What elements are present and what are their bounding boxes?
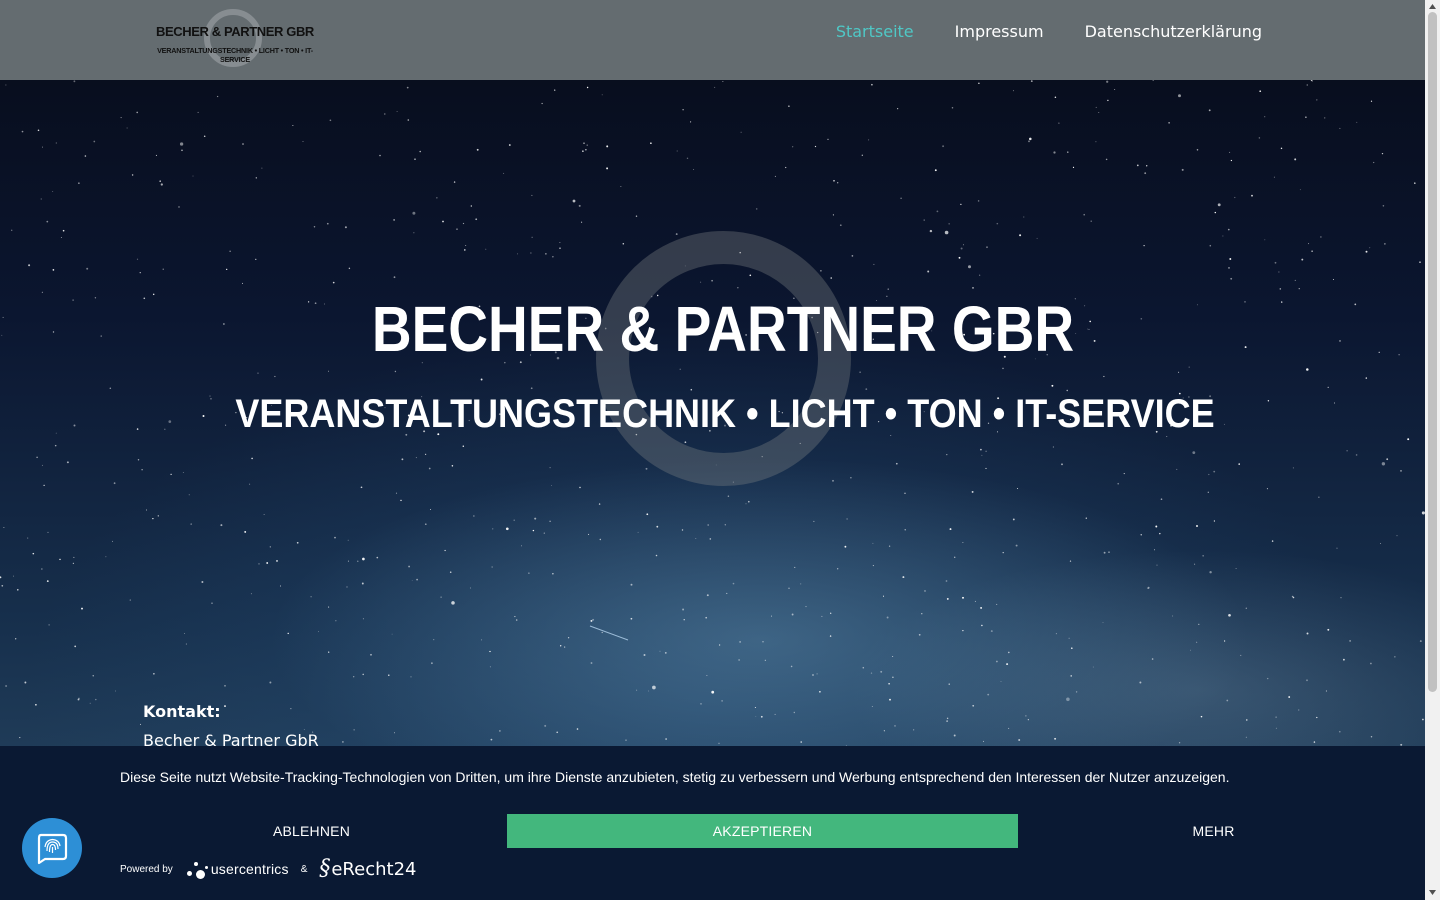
fingerprint-icon [37,833,68,865]
nav-startseite[interactable]: Startseite [836,20,914,44]
caret-down-icon[interactable] [1425,886,1440,898]
accept-button[interactable]: AKZEPTIEREN [507,814,1018,848]
site-header: BECHER & PARTNER GBR VERANSTALTUNGSTECHN… [0,0,1425,80]
cookie-message: Diese Seite nutzt Website-Tracking-Techn… [120,769,1230,785]
main-nav: Startseite Impressum Datenschutzerklärun… [836,20,1262,44]
scroll-thumb[interactable] [1428,12,1437,692]
logo-title: BECHER & PARTNER GBR [156,24,314,39]
erecht24-wordmark[interactable]: eRecht24 [331,859,416,880]
caret-up-icon[interactable] [1425,0,1440,12]
nav-datenschutz[interactable]: Datenschutzerklärung [1085,20,1262,44]
site-logo[interactable]: BECHER & PARTNER GBR VERANSTALTUNGSTECHN… [146,8,324,70]
logo-subtitle: VERANSTALTUNGSTECHNIK • LICHT • TON • IT… [157,46,313,64]
ampersand: & [300,863,308,875]
usercentrics-logo-icon [185,857,209,881]
powered-by-label: Powered by [120,863,173,875]
contact-heading: Kontakt: [143,702,221,721]
erecht24-logo-icon: § [319,856,331,881]
page-scrollbar[interactable] [1425,0,1440,900]
hero-subtitle: VERANSTALTUNGSTECHNIK • LICHT • TON • IT… [235,392,1215,436]
hero-title: BECHER & PARTNER GBR [371,293,1075,365]
usercentrics-wordmark[interactable]: usercentrics [211,861,289,877]
nav-impressum[interactable]: Impressum [955,20,1044,44]
deny-button[interactable]: ABLEHNEN [120,814,503,848]
powered-by: Powered by usercentrics & § eRecht24 [120,856,416,882]
cookie-banner: Diese Seite nutzt Website-Tracking-Techn… [0,746,1425,900]
more-button[interactable]: MEHR [1022,814,1405,848]
privacy-settings-button[interactable] [22,818,82,878]
